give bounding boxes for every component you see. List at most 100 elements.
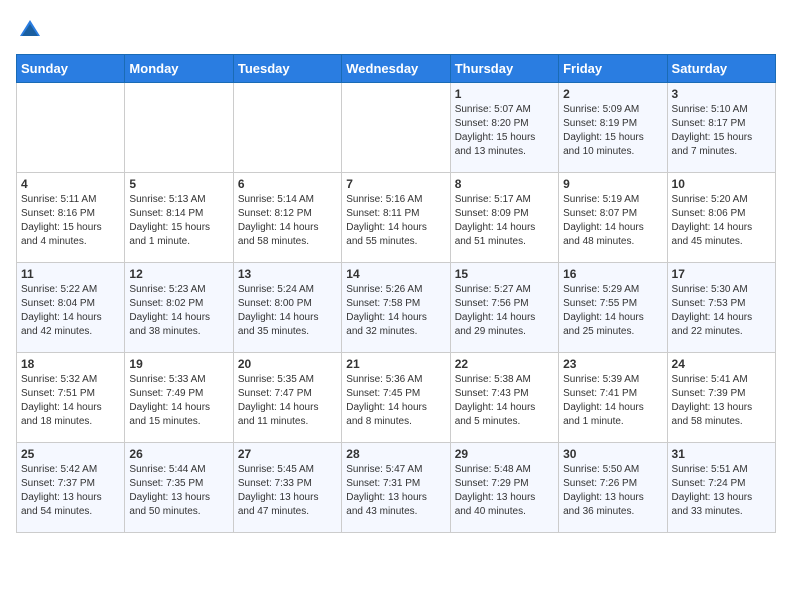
day-number: 25 [21,447,120,461]
calendar-cell: 17 Sunrise: 5:30 AMSunset: 7:53 PMDaylig… [667,263,775,353]
calendar-cell: 29 Sunrise: 5:48 AMSunset: 7:29 PMDaylig… [450,443,558,533]
col-header-friday: Friday [559,55,667,83]
cell-info: Sunrise: 5:30 AMSunset: 7:53 PMDaylight:… [672,284,753,337]
calendar-cell: 1 Sunrise: 5:07 AMSunset: 8:20 PMDayligh… [450,83,558,173]
cell-info: Sunrise: 5:23 AMSunset: 8:02 PMDaylight:… [129,284,210,337]
calendar-cell: 7 Sunrise: 5:16 AMSunset: 8:11 PMDayligh… [342,173,450,263]
day-number: 3 [672,87,771,101]
cell-info: Sunrise: 5:42 AMSunset: 7:37 PMDaylight:… [21,464,102,517]
calendar-cell: 15 Sunrise: 5:27 AMSunset: 7:56 PMDaylig… [450,263,558,353]
calendar-cell: 16 Sunrise: 5:29 AMSunset: 7:55 PMDaylig… [559,263,667,353]
day-number: 2 [563,87,662,101]
calendar-cell: 27 Sunrise: 5:45 AMSunset: 7:33 PMDaylig… [233,443,341,533]
cell-info: Sunrise: 5:17 AMSunset: 8:09 PMDaylight:… [455,194,536,247]
day-number: 16 [563,267,662,281]
day-number: 1 [455,87,554,101]
calendar-week-row: 4 Sunrise: 5:11 AMSunset: 8:16 PMDayligh… [17,173,776,263]
cell-info: Sunrise: 5:36 AMSunset: 7:45 PMDaylight:… [346,374,427,427]
col-header-tuesday: Tuesday [233,55,341,83]
cell-info: Sunrise: 5:09 AMSunset: 8:19 PMDaylight:… [563,104,644,157]
col-header-sunday: Sunday [17,55,125,83]
calendar-cell [342,83,450,173]
cell-info: Sunrise: 5:14 AMSunset: 8:12 PMDaylight:… [238,194,319,247]
calendar-week-row: 25 Sunrise: 5:42 AMSunset: 7:37 PMDaylig… [17,443,776,533]
day-number: 13 [238,267,337,281]
calendar-cell: 11 Sunrise: 5:22 AMSunset: 8:04 PMDaylig… [17,263,125,353]
calendar-cell [17,83,125,173]
calendar-cell: 8 Sunrise: 5:17 AMSunset: 8:09 PMDayligh… [450,173,558,263]
day-number: 31 [672,447,771,461]
calendar-cell: 2 Sunrise: 5:09 AMSunset: 8:19 PMDayligh… [559,83,667,173]
calendar-cell: 19 Sunrise: 5:33 AMSunset: 7:49 PMDaylig… [125,353,233,443]
cell-info: Sunrise: 5:33 AMSunset: 7:49 PMDaylight:… [129,374,210,427]
day-number: 4 [21,177,120,191]
day-number: 6 [238,177,337,191]
col-header-saturday: Saturday [667,55,775,83]
calendar-cell: 6 Sunrise: 5:14 AMSunset: 8:12 PMDayligh… [233,173,341,263]
calendar-cell: 25 Sunrise: 5:42 AMSunset: 7:37 PMDaylig… [17,443,125,533]
cell-info: Sunrise: 5:38 AMSunset: 7:43 PMDaylight:… [455,374,536,427]
cell-info: Sunrise: 5:32 AMSunset: 7:51 PMDaylight:… [21,374,102,427]
day-number: 8 [455,177,554,191]
day-number: 12 [129,267,228,281]
calendar-cell [125,83,233,173]
day-number: 19 [129,357,228,371]
calendar-cell: 3 Sunrise: 5:10 AMSunset: 8:17 PMDayligh… [667,83,775,173]
day-number: 7 [346,177,445,191]
cell-info: Sunrise: 5:39 AMSunset: 7:41 PMDaylight:… [563,374,644,427]
calendar-table: SundayMondayTuesdayWednesdayThursdayFrid… [16,54,776,533]
calendar-header-row: SundayMondayTuesdayWednesdayThursdayFrid… [17,55,776,83]
cell-info: Sunrise: 5:22 AMSunset: 8:04 PMDaylight:… [21,284,102,337]
cell-info: Sunrise: 5:27 AMSunset: 7:56 PMDaylight:… [455,284,536,337]
cell-info: Sunrise: 5:44 AMSunset: 7:35 PMDaylight:… [129,464,210,517]
cell-info: Sunrise: 5:10 AMSunset: 8:17 PMDaylight:… [672,104,753,157]
calendar-cell: 9 Sunrise: 5:19 AMSunset: 8:07 PMDayligh… [559,173,667,263]
calendar-cell: 12 Sunrise: 5:23 AMSunset: 8:02 PMDaylig… [125,263,233,353]
cell-info: Sunrise: 5:19 AMSunset: 8:07 PMDaylight:… [563,194,644,247]
day-number: 18 [21,357,120,371]
logo [16,16,48,44]
cell-info: Sunrise: 5:48 AMSunset: 7:29 PMDaylight:… [455,464,536,517]
day-number: 20 [238,357,337,371]
col-header-monday: Monday [125,55,233,83]
calendar-cell: 4 Sunrise: 5:11 AMSunset: 8:16 PMDayligh… [17,173,125,263]
day-number: 30 [563,447,662,461]
cell-info: Sunrise: 5:41 AMSunset: 7:39 PMDaylight:… [672,374,753,427]
day-number: 28 [346,447,445,461]
day-number: 10 [672,177,771,191]
col-header-wednesday: Wednesday [342,55,450,83]
day-number: 27 [238,447,337,461]
day-number: 15 [455,267,554,281]
day-number: 9 [563,177,662,191]
day-number: 5 [129,177,228,191]
calendar-cell: 10 Sunrise: 5:20 AMSunset: 8:06 PMDaylig… [667,173,775,263]
calendar-cell: 20 Sunrise: 5:35 AMSunset: 7:47 PMDaylig… [233,353,341,443]
cell-info: Sunrise: 5:26 AMSunset: 7:58 PMDaylight:… [346,284,427,337]
cell-info: Sunrise: 5:47 AMSunset: 7:31 PMDaylight:… [346,464,427,517]
cell-info: Sunrise: 5:51 AMSunset: 7:24 PMDaylight:… [672,464,753,517]
calendar-cell: 28 Sunrise: 5:47 AMSunset: 7:31 PMDaylig… [342,443,450,533]
calendar-cell: 21 Sunrise: 5:36 AMSunset: 7:45 PMDaylig… [342,353,450,443]
calendar-cell: 22 Sunrise: 5:38 AMSunset: 7:43 PMDaylig… [450,353,558,443]
cell-info: Sunrise: 5:29 AMSunset: 7:55 PMDaylight:… [563,284,644,337]
day-number: 26 [129,447,228,461]
cell-info: Sunrise: 5:11 AMSunset: 8:16 PMDaylight:… [21,194,102,247]
calendar-week-row: 1 Sunrise: 5:07 AMSunset: 8:20 PMDayligh… [17,83,776,173]
day-number: 11 [21,267,120,281]
calendar-cell: 14 Sunrise: 5:26 AMSunset: 7:58 PMDaylig… [342,263,450,353]
calendar-week-row: 11 Sunrise: 5:22 AMSunset: 8:04 PMDaylig… [17,263,776,353]
calendar-cell: 18 Sunrise: 5:32 AMSunset: 7:51 PMDaylig… [17,353,125,443]
day-number: 21 [346,357,445,371]
page-header [16,16,776,44]
cell-info: Sunrise: 5:24 AMSunset: 8:00 PMDaylight:… [238,284,319,337]
cell-info: Sunrise: 5:45 AMSunset: 7:33 PMDaylight:… [238,464,319,517]
calendar-cell: 13 Sunrise: 5:24 AMSunset: 8:00 PMDaylig… [233,263,341,353]
day-number: 23 [563,357,662,371]
calendar-cell: 5 Sunrise: 5:13 AMSunset: 8:14 PMDayligh… [125,173,233,263]
calendar-cell [233,83,341,173]
calendar-cell: 31 Sunrise: 5:51 AMSunset: 7:24 PMDaylig… [667,443,775,533]
calendar-cell: 23 Sunrise: 5:39 AMSunset: 7:41 PMDaylig… [559,353,667,443]
cell-info: Sunrise: 5:13 AMSunset: 8:14 PMDaylight:… [129,194,210,247]
cell-info: Sunrise: 5:50 AMSunset: 7:26 PMDaylight:… [563,464,644,517]
logo-icon [16,16,44,44]
